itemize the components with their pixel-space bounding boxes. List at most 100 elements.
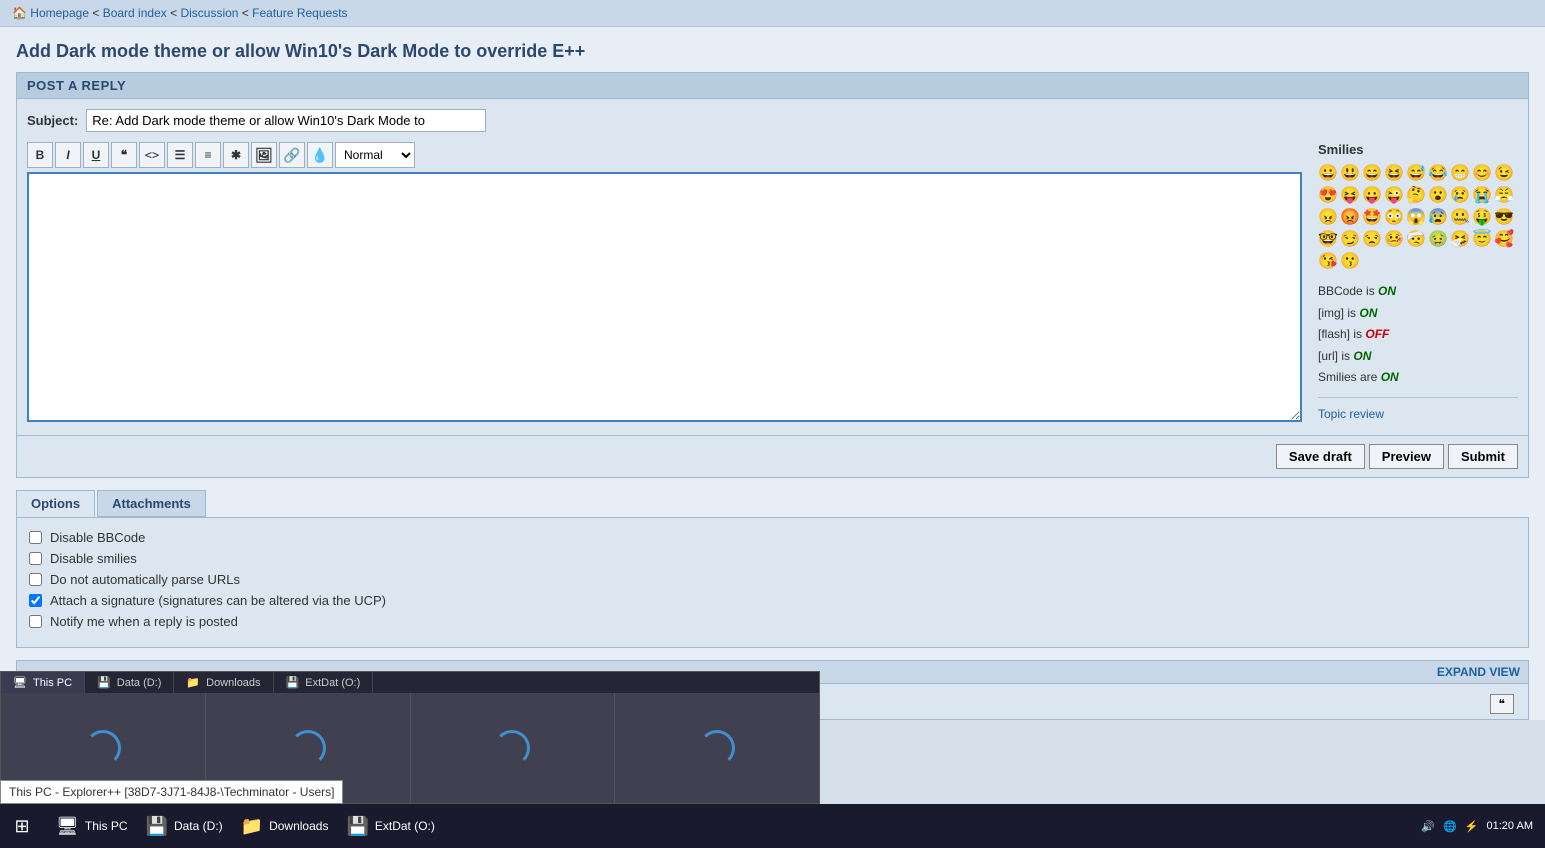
editor-wrapper: B I U ❝ <> ☰ ≡ ✱ 🖼 🔗 💧 Tiny Small xyxy=(27,142,1518,425)
breadcrumb: 🏠 Homepage < Board index < Discussion < … xyxy=(0,0,1545,27)
smiley[interactable]: 😮 xyxy=(1428,185,1448,205)
taskbar-item-label: This PC xyxy=(85,819,128,833)
tabs-header: Options Attachments xyxy=(16,490,1529,517)
disable-bbcode-checkbox[interactable] xyxy=(29,531,42,544)
smiley[interactable]: 😃 xyxy=(1340,163,1360,183)
breadcrumb-feature-requests[interactable]: Feature Requests xyxy=(252,6,347,20)
smiley[interactable]: 😠 xyxy=(1318,207,1338,227)
explorer-tab[interactable]: 💾Data (D:) xyxy=(85,672,174,693)
smiley[interactable]: 😏 xyxy=(1340,229,1360,249)
smiley[interactable]: 😱 xyxy=(1406,207,1426,227)
submit-button[interactable]: Submit xyxy=(1448,444,1518,469)
font-size-select[interactable]: Tiny Small Normal Large Huge xyxy=(335,142,415,168)
subject-input[interactable] xyxy=(86,109,486,132)
smiley[interactable]: 😆 xyxy=(1384,163,1404,183)
smilies-label: Smilies are xyxy=(1318,370,1377,384)
taskbar-item[interactable]: 💾ExtDat (O:) xyxy=(338,807,442,845)
breadcrumb-board-index[interactable]: Board index xyxy=(103,6,167,20)
smiley[interactable]: 😤 xyxy=(1494,185,1514,205)
tooltip-box: This PC - Explorer++ [38D7-3J71-84J8-\Te… xyxy=(0,780,343,804)
font-color-button[interactable]: 💧 xyxy=(307,142,333,168)
list-number-button[interactable]: ≡ xyxy=(195,142,221,168)
start-icon: ⊞ xyxy=(14,816,29,837)
smiley[interactable]: 😅 xyxy=(1406,163,1426,183)
quote-post-button[interactable]: ❝ xyxy=(1490,694,1514,714)
smiley[interactable]: 🤕 xyxy=(1406,229,1426,249)
breadcrumb-home[interactable]: Homepage xyxy=(30,6,89,20)
taskbar-item[interactable]: 💾Data (D:) xyxy=(138,807,231,845)
bbcode-info: BBCode is ON [img] is ON [flash] is OFF … xyxy=(1318,281,1518,389)
taskbar-item-label: Downloads xyxy=(269,819,328,833)
topic-review-link[interactable]: Topic review xyxy=(1318,407,1384,421)
smiley[interactable]: 😁 xyxy=(1450,163,1470,183)
save-draft-button[interactable]: Save draft xyxy=(1276,444,1365,469)
image-button[interactable]: 🖼 xyxy=(251,142,277,168)
taskbar-item-icon: 🖥 xyxy=(56,816,79,837)
smiley[interactable]: 😭 xyxy=(1472,185,1492,205)
special-button[interactable]: ✱ xyxy=(223,142,249,168)
smiley[interactable]: 😇 xyxy=(1472,229,1492,249)
disable-smilies-checkbox[interactable] xyxy=(29,552,42,565)
smiley[interactable]: 😍 xyxy=(1318,185,1338,205)
smiley[interactable]: 😢 xyxy=(1450,185,1470,205)
smiley[interactable]: 😗 xyxy=(1340,251,1360,271)
link-button[interactable]: 🔗 xyxy=(279,142,305,168)
action-buttons: Save draft Preview Submit xyxy=(16,436,1529,478)
smiley[interactable]: 😂 xyxy=(1428,163,1448,183)
editor-textarea[interactable] xyxy=(27,172,1302,422)
smiley[interactable]: 😊 xyxy=(1472,163,1492,183)
taskbar-item-label: ExtDat (O:) xyxy=(375,819,435,833)
explorer-tab[interactable]: 📁Downloads xyxy=(174,672,273,693)
editor-toolbar: B I U ❝ <> ☰ ≡ ✱ 🖼 🔗 💧 Tiny Small xyxy=(27,142,1302,168)
smiley[interactable]: 😄 xyxy=(1362,163,1382,183)
smiley[interactable]: 🤢 xyxy=(1428,229,1448,249)
smiley[interactable]: 😰 xyxy=(1428,207,1448,227)
smiley[interactable]: 😡 xyxy=(1340,207,1360,227)
smiley[interactable]: 🥰 xyxy=(1494,229,1514,249)
explorer-tab[interactable]: 💾ExtDat (O:) xyxy=(274,672,374,693)
start-button[interactable]: ⊞ xyxy=(0,804,44,848)
smiley[interactable]: 😒 xyxy=(1362,229,1382,249)
smiley[interactable]: 🤒 xyxy=(1384,229,1404,249)
smiley[interactable]: 😎 xyxy=(1494,207,1514,227)
tab-attachments[interactable]: Attachments xyxy=(97,490,206,517)
smiley[interactable]: 😘 xyxy=(1318,251,1338,271)
bold-button[interactable]: B xyxy=(27,142,53,168)
no-parse-urls-checkbox[interactable] xyxy=(29,573,42,586)
smilies-panel: Smilies 😀😃😄😆😅😂😁😊😉 😍😝😛😜🤔😮😢😭😤 😠😡🤩😳😱😰🤐🤑😎 🤓😏😒🤒🤕… xyxy=(1318,142,1518,421)
notify-reply-checkbox[interactable] xyxy=(29,615,42,628)
tab-options[interactable]: Options xyxy=(16,490,95,517)
attach-signature-checkbox[interactable] xyxy=(29,594,42,607)
taskbar-item[interactable]: 🖥 This PC xyxy=(48,807,136,845)
smiley[interactable]: 😉 xyxy=(1494,163,1514,183)
expand-view-button[interactable]: EXPAND VIEW xyxy=(1437,665,1520,679)
explorer-pane xyxy=(615,693,819,803)
code-button[interactable]: <> xyxy=(139,142,165,168)
option-no-parse-urls: Do not automatically parse URLs xyxy=(29,572,1516,587)
explorer-tab[interactable]: 🖥This PC xyxy=(1,672,85,693)
subject-label: Subject: xyxy=(27,113,78,128)
smiley[interactable]: 🤧 xyxy=(1450,229,1470,249)
smiley[interactable]: 🤐 xyxy=(1450,207,1470,227)
smiley[interactable]: 🤓 xyxy=(1318,229,1338,249)
smiley[interactable]: 😳 xyxy=(1384,207,1404,227)
smiley[interactable]: 😀 xyxy=(1318,163,1338,183)
smilies-title: Smilies xyxy=(1318,142,1518,157)
taskbar-item[interactable]: 📁Downloads xyxy=(233,807,337,845)
italic-button[interactable]: I xyxy=(55,142,81,168)
img-label: [img] is xyxy=(1318,306,1356,320)
smiley[interactable]: 😜 xyxy=(1384,185,1404,205)
editor-container: B I U ❝ <> ☰ ≡ ✱ 🖼 🔗 💧 Tiny Small xyxy=(27,142,1302,425)
smiley[interactable]: 😛 xyxy=(1362,185,1382,205)
preview-button[interactable]: Preview xyxy=(1369,444,1444,469)
smilies-grid: 😀😃😄😆😅😂😁😊😉 😍😝😛😜🤔😮😢😭😤 😠😡🤩😳😱😰🤐🤑😎 🤓😏😒🤒🤕🤢🤧😇🥰 😘😗 xyxy=(1318,163,1518,271)
smiley[interactable]: 🤑 xyxy=(1472,207,1492,227)
no-parse-urls-label: Do not automatically parse URLs xyxy=(50,572,240,587)
smiley[interactable]: 🤩 xyxy=(1362,207,1382,227)
smiley[interactable]: 😝 xyxy=(1340,185,1360,205)
breadcrumb-discussion[interactable]: Discussion xyxy=(180,6,238,20)
smiley[interactable]: 🤔 xyxy=(1406,185,1426,205)
quote-button[interactable]: ❝ xyxy=(111,142,137,168)
list-bullet-button[interactable]: ☰ xyxy=(167,142,193,168)
underline-button[interactable]: U xyxy=(83,142,109,168)
